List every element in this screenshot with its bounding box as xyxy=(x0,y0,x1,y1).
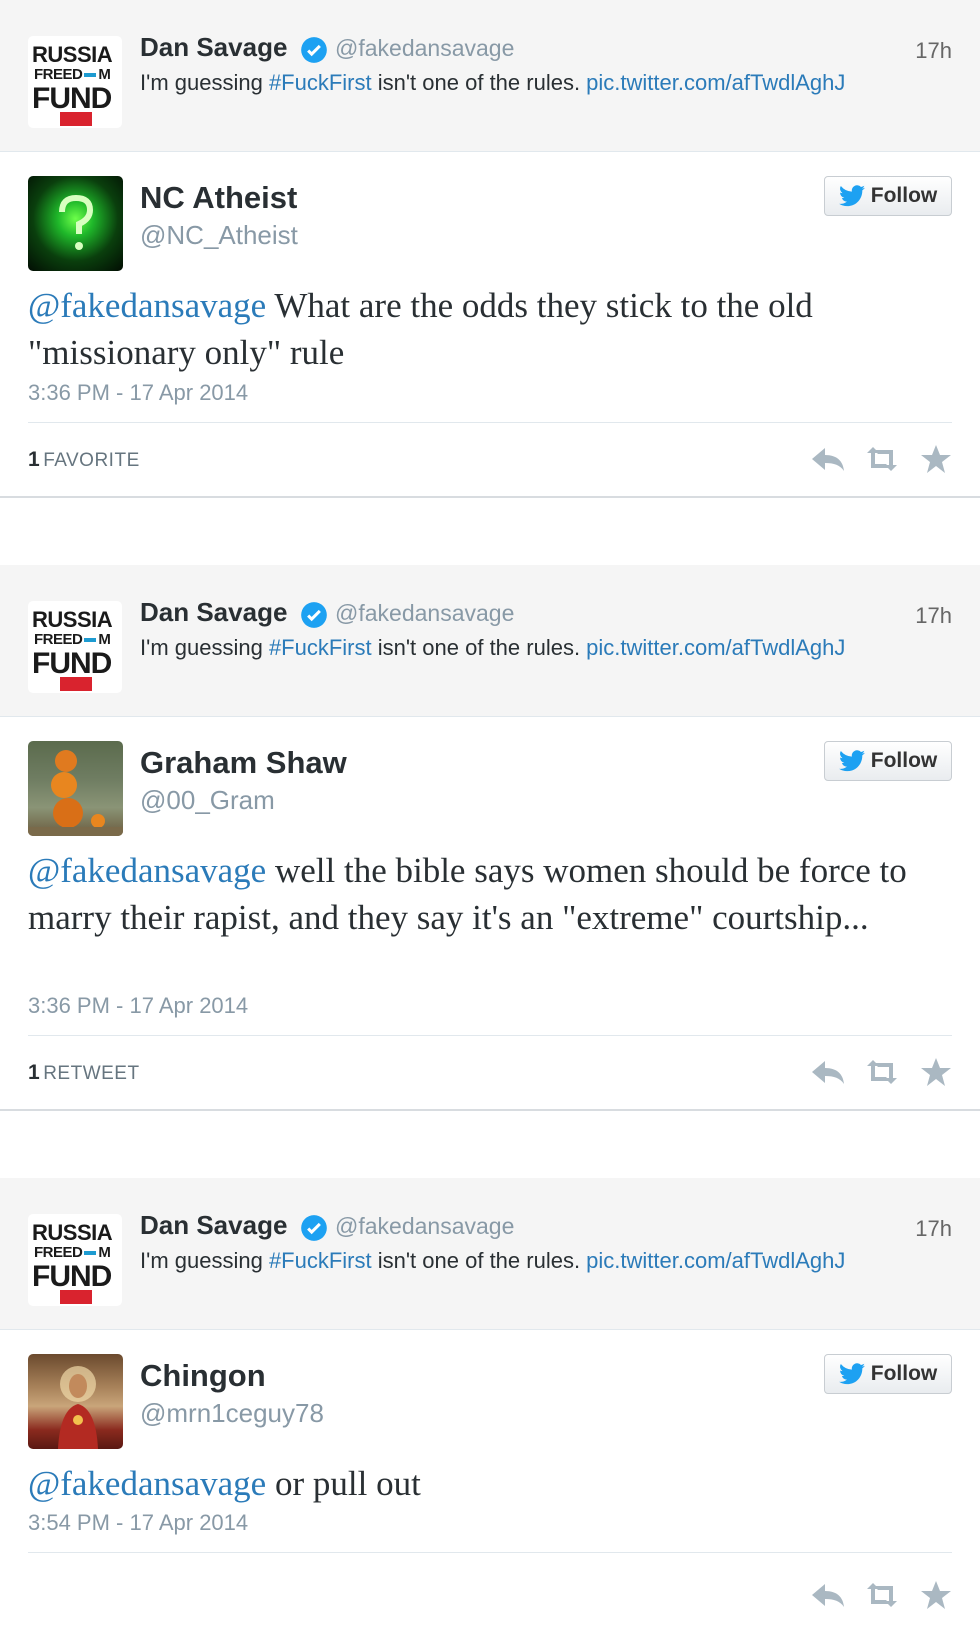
avatar-text: FREED M xyxy=(34,66,111,83)
tweet-text: @fakedansavage or pull out xyxy=(28,1464,421,1503)
parent-tweet[interactable]: RUSSIA FREED M FUND Dan Savage @fakedansa… xyxy=(0,0,980,152)
divider xyxy=(28,422,952,423)
reply-tweet: NC Atheist @NC_Atheist Follow @fakedansa… xyxy=(0,152,980,498)
author-name[interactable]: Dan Savage xyxy=(140,1210,287,1241)
retweet-icon[interactable] xyxy=(864,444,900,474)
verified-badge-icon xyxy=(301,602,327,628)
tweet-actions xyxy=(810,444,954,474)
verified-badge-icon xyxy=(301,1215,327,1241)
portrait-image-icon xyxy=(58,1366,98,1449)
avatar[interactable] xyxy=(28,1354,123,1449)
reply-icon[interactable] xyxy=(810,444,846,474)
hashtag-link[interactable]: #FuckFirst xyxy=(269,70,372,95)
user-handle[interactable]: @00_Gram xyxy=(140,785,275,816)
retweet-count[interactable]: 1 RETWEET xyxy=(28,1061,140,1085)
star-icon[interactable] xyxy=(918,444,954,474)
follow-label: Follow xyxy=(870,749,938,772)
twitter-bird-icon xyxy=(838,1363,865,1385)
avatar-text: FREED M xyxy=(34,631,111,648)
avatar[interactable]: RUSSIA FREED M FUND xyxy=(28,1214,122,1306)
author-handle[interactable]: @fakedansavage xyxy=(335,1213,514,1240)
reply-tweet: Graham Shaw @00_Gram Follow @fakedansava… xyxy=(0,717,980,1111)
star-icon[interactable] xyxy=(918,1057,954,1087)
tweet-timestamp[interactable]: 17h xyxy=(915,38,952,64)
avatar-text: FREED M xyxy=(34,1244,111,1261)
follow-button[interactable]: Follow xyxy=(824,176,952,216)
follow-label: Follow xyxy=(870,1362,938,1385)
author-name[interactable]: Dan Savage xyxy=(140,32,287,63)
user-handle[interactable]: @NC_Atheist xyxy=(140,220,298,251)
tweet-text: @fakedansavage What are the odds they st… xyxy=(28,286,813,372)
tweet-text: I'm guessing #FuckFirst isn't one of the… xyxy=(140,70,846,95)
user-name[interactable]: Chingon xyxy=(140,1358,266,1394)
reply-icon[interactable] xyxy=(810,1057,846,1087)
tweet-timestamp[interactable]: 17h xyxy=(915,1216,952,1242)
media-link[interactable]: pic.twitter.com/afTwdlAghJ xyxy=(586,1248,845,1273)
reply-icon[interactable] xyxy=(810,1580,846,1610)
hashtag-link[interactable]: #FuckFirst xyxy=(269,1248,372,1273)
avatar-text: RUSSIA xyxy=(32,607,113,632)
avatar-graphic xyxy=(60,112,92,126)
avatar-graphic xyxy=(60,1290,92,1304)
parent-tweet[interactable]: RUSSIA FREED M FUND Dan Savage @fakedansa… xyxy=(0,565,980,717)
tweet-text: @fakedansavage well the bible says women… xyxy=(28,851,907,937)
tweet-actions xyxy=(810,1057,954,1087)
favorite-count[interactable]: 1 FAVORITE xyxy=(28,448,140,472)
avatar-text: FUND xyxy=(32,82,112,115)
verified-badge-icon xyxy=(301,37,327,63)
follow-button[interactable]: Follow xyxy=(824,741,952,781)
follow-button[interactable]: Follow xyxy=(824,1354,952,1394)
follow-label: Follow xyxy=(870,184,938,207)
tweet-timestamp[interactable]: 17h xyxy=(915,603,952,629)
avatar-text: RUSSIA xyxy=(32,42,113,67)
tweet-date[interactable]: 3:36 PM - 17 Apr 2014 xyxy=(28,380,248,406)
avatar[interactable]: RUSSIA FREED M FUND xyxy=(28,601,122,693)
author-handle[interactable]: @fakedansavage xyxy=(335,600,514,627)
divider xyxy=(28,1552,952,1553)
tweet-actions xyxy=(810,1580,954,1610)
avatar[interactable] xyxy=(28,176,123,271)
media-link[interactable]: pic.twitter.com/afTwdlAghJ xyxy=(586,70,845,95)
star-icon[interactable] xyxy=(918,1580,954,1610)
hashtag-link[interactable]: #FuckFirst xyxy=(269,635,372,660)
user-name[interactable]: Graham Shaw xyxy=(140,745,347,781)
mention-link[interactable]: @fakedansavage xyxy=(28,851,266,890)
avatar-text: FUND xyxy=(32,647,112,680)
author-name[interactable]: Dan Savage xyxy=(140,597,287,628)
mention-link[interactable]: @fakedansavage xyxy=(28,1464,266,1503)
question-mark-icon xyxy=(59,194,94,250)
media-link[interactable]: pic.twitter.com/afTwdlAghJ xyxy=(586,635,845,660)
author-handle[interactable]: @fakedansavage xyxy=(335,35,514,62)
twitter-bird-icon xyxy=(838,185,865,207)
avatar[interactable] xyxy=(28,741,123,836)
avatar-graphic xyxy=(60,677,92,691)
retweet-icon[interactable] xyxy=(864,1057,900,1087)
user-handle[interactable]: @mrn1ceguy78 xyxy=(140,1398,324,1429)
user-name[interactable]: NC Atheist xyxy=(140,180,297,216)
pumpkin-image-icon xyxy=(28,750,123,836)
tweet-date[interactable]: 3:36 PM - 17 Apr 2014 xyxy=(28,993,248,1019)
avatar[interactable]: RUSSIA FREED M FUND xyxy=(28,36,122,128)
tweet-text: I'm guessing #FuckFirst isn't one of the… xyxy=(140,635,846,660)
parent-tweet[interactable]: RUSSIA FREED M FUND Dan Savage @fakedansa… xyxy=(0,1178,980,1330)
twitter-bird-icon xyxy=(838,750,865,772)
retweet-icon[interactable] xyxy=(864,1580,900,1610)
avatar-text: RUSSIA xyxy=(32,1220,113,1245)
tweet-date[interactable]: 3:54 PM - 17 Apr 2014 xyxy=(28,1510,248,1536)
mention-link[interactable]: @fakedansavage xyxy=(28,286,266,325)
reply-tweet: Chingon @mrn1ceguy78 Follow @fakedansava… xyxy=(0,1330,980,1627)
avatar-text: FUND xyxy=(32,1260,112,1293)
divider xyxy=(28,1035,952,1036)
tweet-text: I'm guessing #FuckFirst isn't one of the… xyxy=(140,1248,846,1273)
